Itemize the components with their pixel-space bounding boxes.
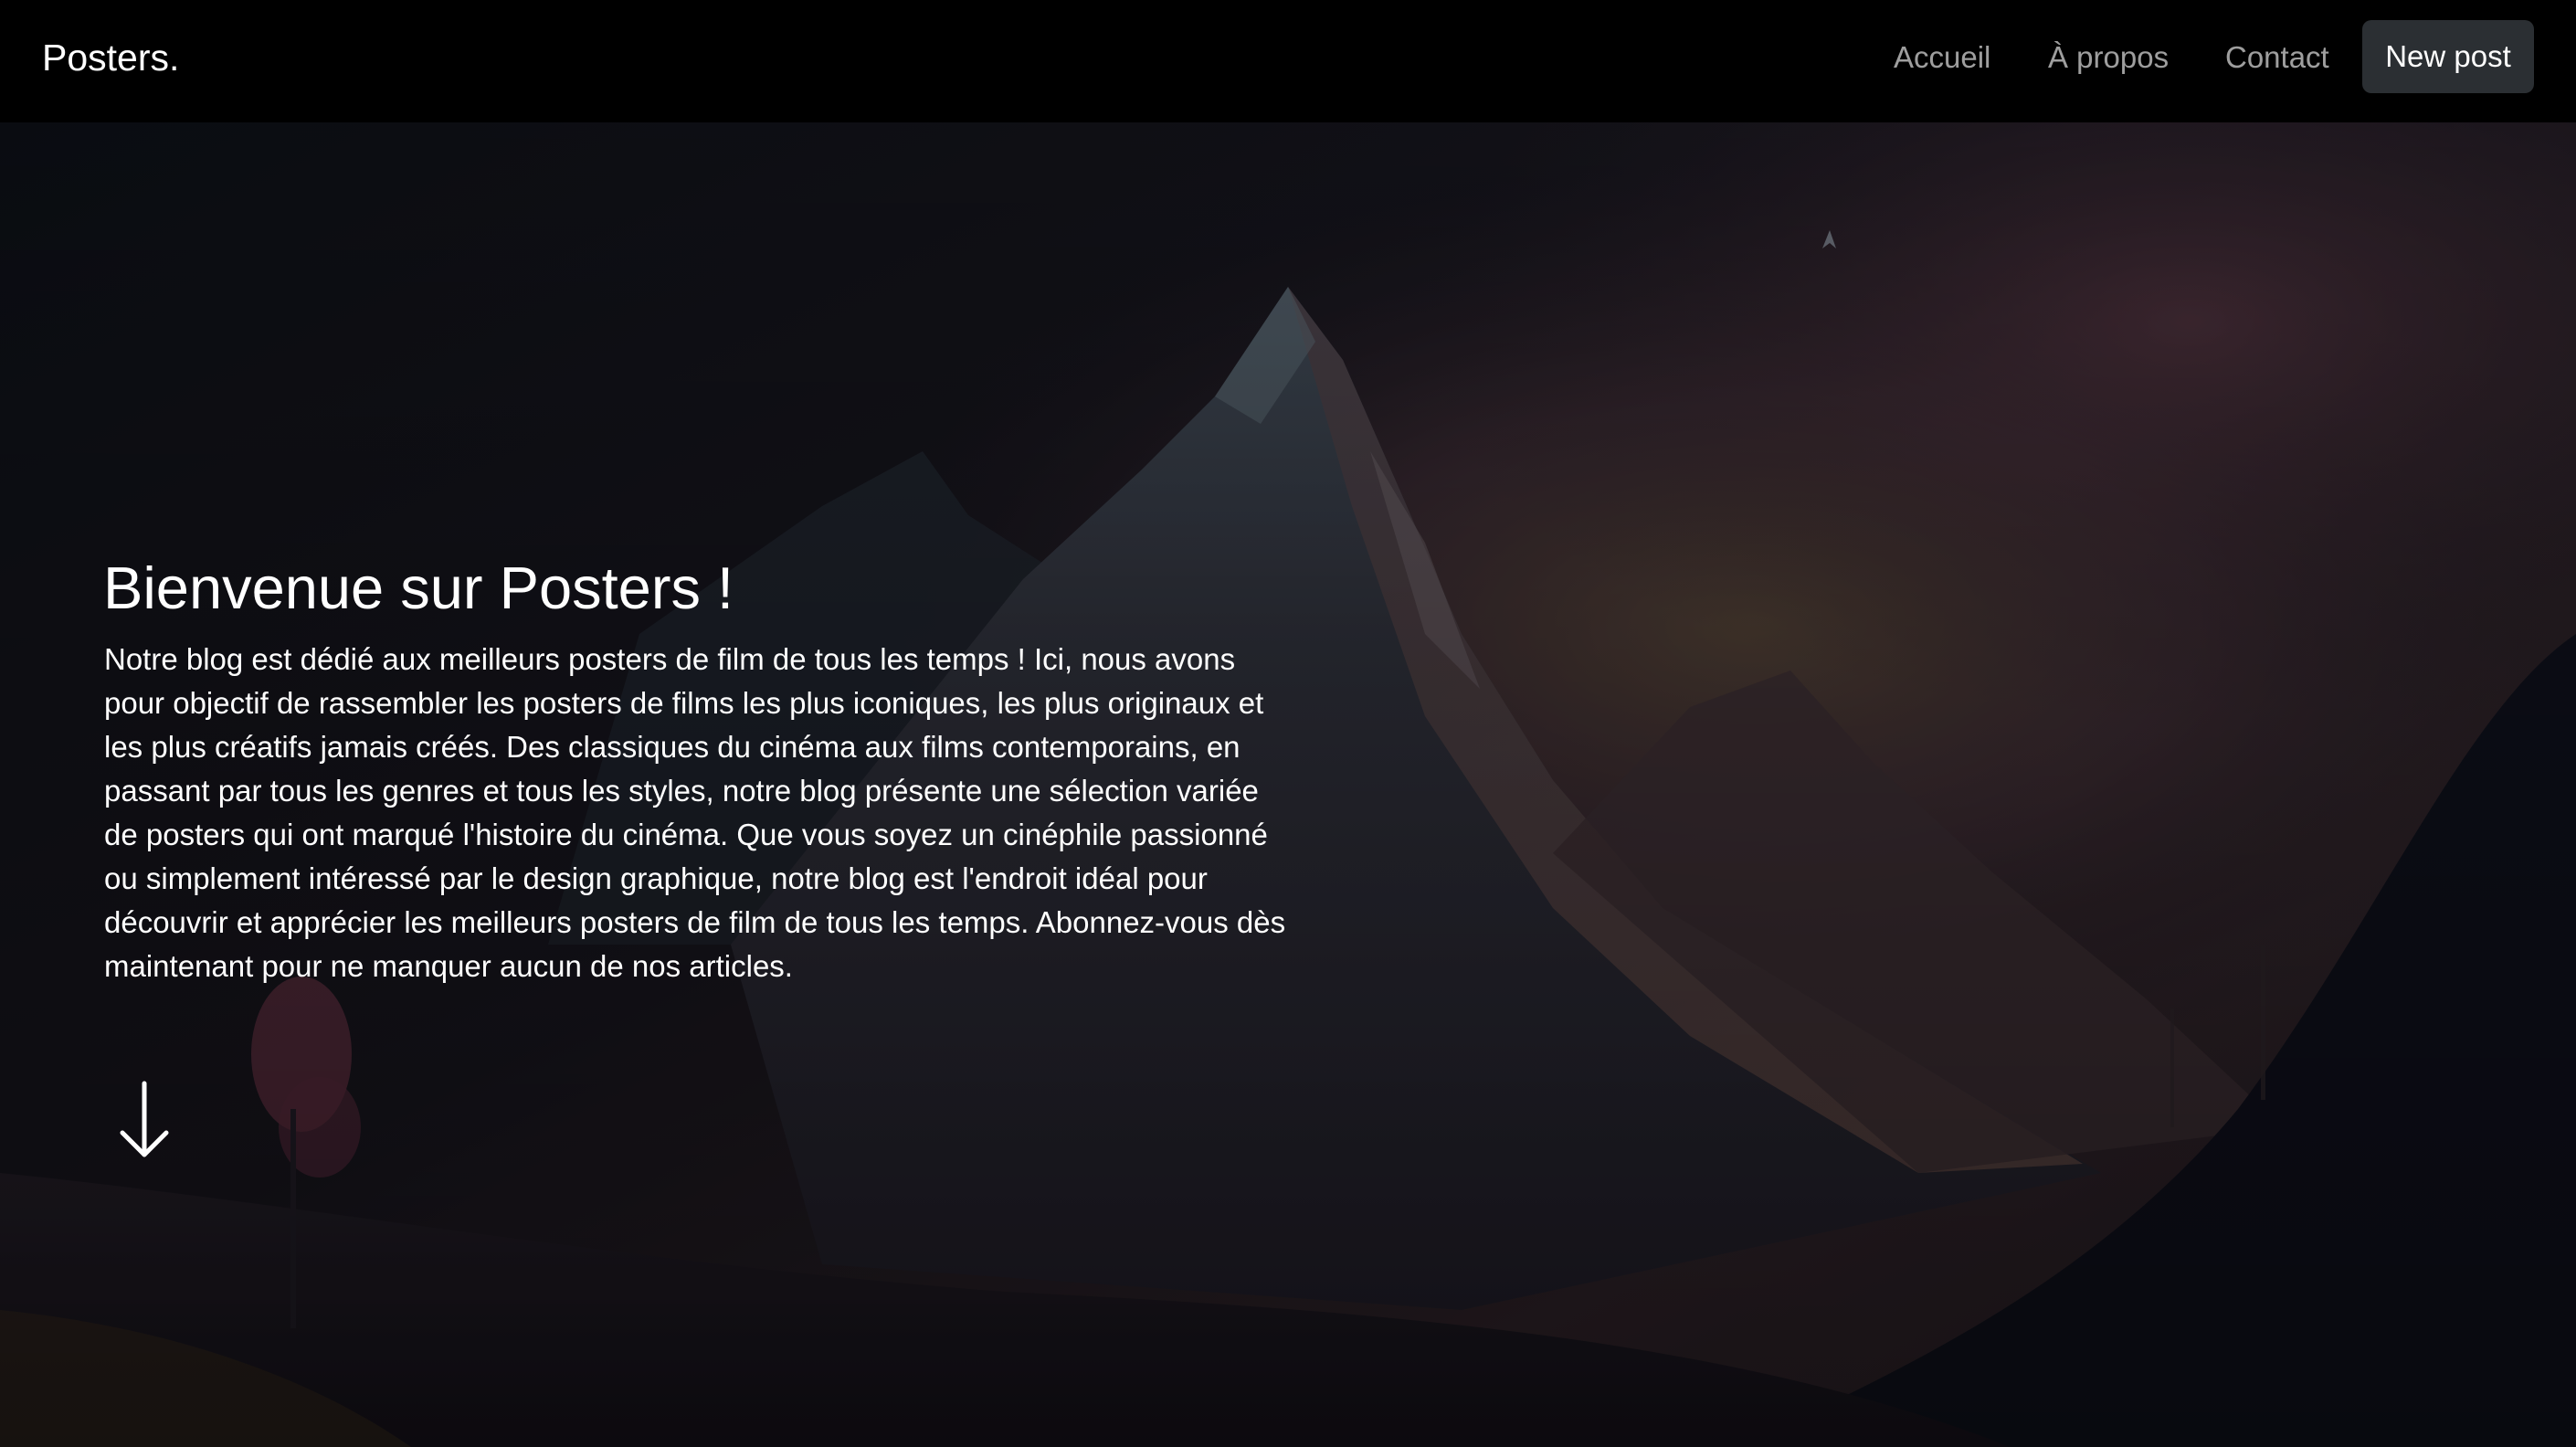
hero-title: Bienvenue sur Posters ! [103, 555, 734, 621]
hero-description: Notre blog est dédié aux meilleurs poste… [104, 642, 1286, 983]
nav-link-a-propos[interactable]: À propos [2048, 37, 2169, 79]
hero-section: Bienvenue sur Posters ! Notre blog est d… [0, 122, 2576, 1447]
nav-link-accueil[interactable]: Accueil [1894, 37, 1990, 79]
navbar: Posters. Accueil À propos Contact New po… [0, 0, 2576, 122]
nav-link-contact[interactable]: Contact [2225, 37, 2329, 79]
arrow-down-icon[interactable] [117, 1080, 172, 1162]
new-post-button[interactable]: New post [2362, 20, 2534, 93]
brand-logo[interactable]: Posters. [42, 35, 179, 80]
